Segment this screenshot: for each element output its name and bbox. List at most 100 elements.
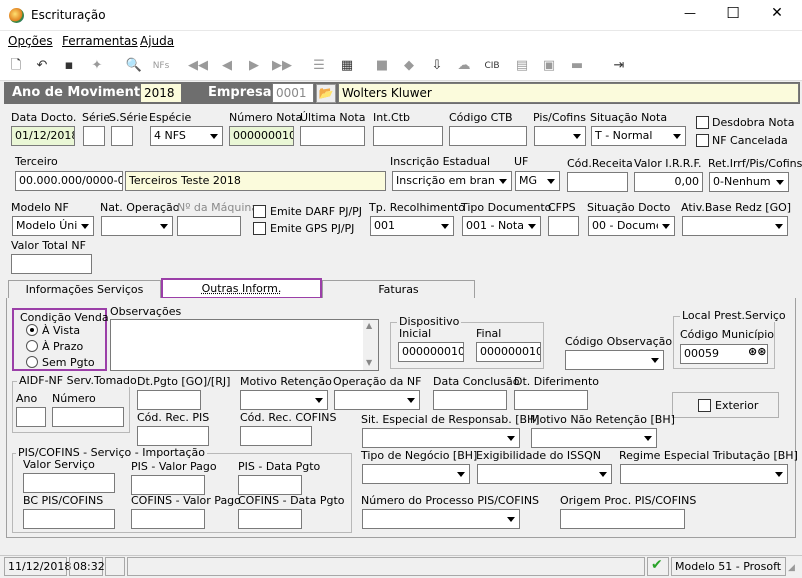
first-record-icon[interactable]: ◀◀ (188, 57, 208, 75)
emite-darf-checkbox[interactable] (253, 205, 266, 218)
codigo-ctb-input[interactable] (449, 126, 527, 146)
dispositivo-inicial-input[interactable]: 0000000100 (398, 342, 464, 362)
int-ctb-input[interactable] (373, 126, 443, 146)
nf-cancelada-checkbox[interactable] (696, 134, 709, 147)
undo-icon[interactable]: ↶ (33, 57, 51, 75)
aidf-numero-input[interactable] (52, 407, 124, 427)
binoculars-icon[interactable]: ⊛⊛ (748, 345, 766, 358)
maximize-button[interactable]: ☐ (723, 4, 743, 22)
calculator-icon[interactable]: ▦ (338, 57, 356, 75)
cloud-icon[interactable]: ☁ (455, 57, 473, 75)
terceiro-cnpj-input[interactable]: 00.000.000/0000-00 (15, 171, 123, 191)
prev-record-icon[interactable]: ◀ (218, 57, 236, 75)
valor-total-input[interactable] (11, 254, 92, 274)
pis-valor-pago-input[interactable] (131, 475, 205, 495)
terceiro-nome-input[interactable]: Terceiros Teste 2018 (125, 171, 386, 191)
n-maquina-input[interactable] (177, 216, 241, 236)
tp-recolhimento-select[interactable]: 001 (370, 216, 454, 236)
bc-pis-cofins-input[interactable] (23, 509, 115, 529)
ultima-nota-input[interactable] (300, 126, 365, 146)
tab-outras-inform[interactable]: Outras Inform. (161, 278, 322, 299)
tipo-negocio-select[interactable] (362, 464, 470, 484)
nat-operacao-select[interactable] (101, 216, 173, 236)
grid-icon[interactable]: ▤ (513, 57, 531, 75)
scroll-down-icon[interactable]: ▼ (366, 358, 372, 367)
cofins-valor-pago-input[interactable] (131, 509, 205, 529)
dash-icon[interactable]: ▬ (568, 57, 586, 75)
operacao-nf-select[interactable] (334, 390, 420, 410)
folder-icon[interactable]: ■ (373, 57, 391, 75)
copy-icon[interactable]: ▣ (540, 57, 558, 75)
dispositivo-final-input[interactable]: 0000000100 (476, 342, 541, 362)
cib-icon[interactable]: CIB (483, 57, 501, 75)
new-icon[interactable]: 🗋 (7, 57, 25, 75)
next-record-icon[interactable]: ▶ (245, 57, 263, 75)
a-prazo-radio[interactable] (26, 340, 38, 352)
cod-rec-cofins-input[interactable] (240, 426, 312, 446)
minimize-button[interactable]: — (680, 6, 700, 20)
ano-input[interactable]: 2018 (140, 83, 182, 103)
emite-gps-checkbox[interactable] (253, 222, 266, 235)
tipo-documento-select[interactable]: 001 - Nota F (462, 216, 541, 236)
cofins-data-pgto-input[interactable] (238, 509, 302, 529)
ie-select[interactable]: Inscrição em branco (392, 171, 512, 191)
menu-ajuda[interactable]: Ajuda (140, 34, 174, 48)
preview-icon[interactable]: 🔍 (125, 57, 143, 75)
situacao-nota-select[interactable]: T - Normal (591, 126, 686, 146)
tab-informacoes-servicos[interactable]: Informações Serviços (8, 280, 161, 299)
empresa-name-input[interactable]: Wolters Kluwer (338, 83, 799, 103)
emite-darf-label: Emite DARF PJ/PJ (270, 205, 363, 218)
serie-input[interactable] (83, 126, 105, 146)
numero-nota-input[interactable]: 0000000100 (229, 126, 294, 146)
open-folder-button[interactable]: 📂 (316, 84, 336, 103)
close-button[interactable]: ✕ (767, 5, 787, 21)
resize-grip-icon[interactable]: ◢ (788, 563, 795, 573)
cod-receita-input[interactable] (567, 172, 628, 192)
exterior-checkbox[interactable] (698, 399, 711, 412)
modelo-nf-select[interactable]: Modelo Único (12, 216, 94, 236)
especie-select[interactable]: 4 NFS (150, 126, 223, 146)
numero-processo-select[interactable] (362, 509, 520, 529)
save-icon[interactable]: ▪ (60, 57, 78, 75)
a-vista-radio[interactable] (26, 324, 38, 336)
dt-diferimento-input[interactable] (514, 390, 588, 410)
cod-rec-pis-input[interactable] (137, 426, 209, 446)
uf-select[interactable]: MG (515, 171, 560, 191)
ret-select[interactable]: 0-Nenhum (709, 172, 789, 192)
sit-especial-select[interactable] (362, 428, 520, 448)
sem-pgto-radio[interactable] (26, 356, 38, 368)
codigo-observacao-select[interactable] (565, 350, 664, 370)
situacao-docto-select[interactable]: 00 - Documer (588, 216, 675, 236)
cfps-input[interactable] (548, 216, 579, 236)
regime-especial-select[interactable] (620, 464, 788, 484)
desdobra-nota-checkbox[interactable] (696, 116, 709, 129)
menu-ferramentas[interactable]: Ferramentas (62, 34, 138, 48)
motivo-retencao-select[interactable] (240, 390, 328, 410)
empresa-code-input[interactable]: 0001 (272, 83, 314, 103)
puzzle-icon[interactable]: ◆ (400, 57, 418, 75)
scroll-up-icon[interactable]: ▲ (366, 321, 372, 330)
data-docto-input[interactable]: 01/12/2018 (11, 126, 75, 146)
origem-proc-input[interactable] (560, 509, 685, 529)
motivo-nao-retencao-select[interactable] (531, 428, 657, 448)
ativ-base-select[interactable] (682, 216, 788, 236)
list-icon[interactable]: ☰ (310, 57, 328, 75)
menu-opcoes[interactable]: Opções (8, 34, 53, 48)
tools-icon[interactable]: ✦ (88, 57, 106, 75)
export-icon[interactable]: ⇩ (428, 57, 446, 75)
data-conclusao-input[interactable] (433, 390, 507, 410)
nfe-icon[interactable]: NFs (152, 57, 170, 75)
valor-servico-input[interactable] (23, 473, 115, 493)
aidf-ano-input[interactable] (16, 407, 46, 427)
observacoes-scrollbar[interactable]: ▲ ▼ (363, 320, 378, 370)
dt-pgto-input[interactable] (137, 390, 201, 410)
sserie-input[interactable] (111, 126, 133, 146)
observacoes-textarea[interactable] (110, 319, 379, 371)
exit-icon[interactable]: ⇥ (610, 57, 628, 75)
exigibilidade-select[interactable] (477, 464, 612, 484)
tab-faturas[interactable]: Faturas (322, 280, 475, 299)
pis-cofins-select[interactable] (534, 126, 586, 146)
pis-data-pgto-input[interactable] (238, 475, 302, 495)
last-record-icon[interactable]: ▶▶ (272, 57, 292, 75)
valor-irrf-input[interactable]: 0,00 (634, 172, 703, 192)
